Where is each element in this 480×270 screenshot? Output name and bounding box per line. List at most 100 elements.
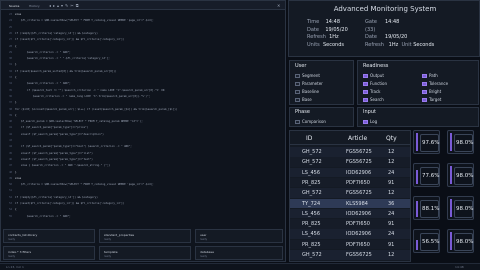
code-line[interactable]: if (isset($fl_criteria['category_id']) &…	[15, 38, 124, 41]
readiness-item-output[interactable]: Output	[363, 72, 384, 79]
gauge-tile: 98.0%	[447, 163, 474, 187]
gauge-value: 98.0%	[456, 239, 474, 245]
phase-item[interactable]: Comparison	[295, 118, 326, 125]
gauge-tile: 98.0%	[447, 196, 474, 220]
user-panel: User Segment Parameter Baseline Base	[289, 60, 354, 105]
code-line[interactable]: $fl_criteria = $DB->selectRow("SELECT * …	[21, 183, 154, 186]
gauge-fill	[450, 133, 452, 151]
user-item-3[interactable]: Baseline	[295, 88, 319, 95]
code-line[interactable]: for ($i=0; $i<count($search_param_arr); …	[15, 108, 177, 111]
code-line[interactable]: $search_criterion .= " name_lang LIKE '%…	[33, 95, 150, 98]
line-number: 44	[9, 145, 12, 149]
gauge-grid: 97.6% 98.0% 77.6% 98.0% 88.1% 98.0% 56.5% 98.0%	[413, 130, 479, 262]
code-line[interactable]: if (!empty($fl_criteria['category_id']) …	[15, 196, 98, 199]
gauge-value: 98.0%	[456, 140, 474, 146]
cell-qty: 91	[388, 179, 395, 186]
table-row[interactable]: PR_825 PDF7I650 91	[290, 177, 410, 188]
bottom-panel-5[interactable]: template ready	[99, 246, 191, 260]
col-header-qty[interactable]: Qty	[386, 135, 397, 142]
line-number: 47	[9, 164, 12, 168]
gauge-value: 88.1%	[422, 206, 440, 212]
date-value: 19/05/20	[325, 26, 348, 33]
readiness-item-target[interactable]: Target	[422, 96, 441, 103]
code-line[interactable]: if ($f_search_param["param_type"]=="pric…	[21, 126, 88, 129]
code-line[interactable]: {	[15, 208, 17, 211]
line-number: 46	[9, 157, 12, 161]
line-number: 38	[9, 107, 12, 111]
monitor-header: Advanced Monitoring System Time 14:48 Da…	[288, 0, 480, 57]
table-row[interactable]: LS_456 IOD62906 24	[290, 167, 410, 178]
code-line[interactable]: if (isset($search_param_sorted[0]) && tr…	[15, 70, 117, 73]
code-line[interactable]: }	[15, 171, 17, 174]
code-line[interactable]: $search_criterion .= " AND";	[27, 82, 71, 85]
gauge-fill	[416, 133, 418, 151]
tab-source[interactable]: Source	[9, 4, 19, 8]
table-row[interactable]: LS_456 IOD62906 24	[290, 229, 410, 239]
code-line[interactable]: elseif ($f_search_param["param_type"]=="…	[21, 158, 93, 161]
readiness-item-tolerance[interactable]: Tolerance	[422, 80, 448, 87]
toolbar-icons[interactable]: ◂▸▴▾✎✂⧉	[49, 3, 81, 8]
tab-history[interactable]: History	[29, 4, 40, 8]
bottom-panel-4[interactable]: index.* 3 filters ready	[3, 246, 95, 260]
code-line[interactable]: else { $search_criterion .= " AND ".$sea…	[21, 164, 110, 167]
cell-qty: 12	[388, 159, 395, 166]
code-line[interactable]: else	[15, 177, 21, 180]
cell-id: LS_456	[302, 231, 321, 238]
cell-article: KLS5984	[346, 200, 368, 207]
code-line[interactable]: if (isset($fl_criteria['category_id']) &…	[15, 202, 124, 205]
input-item[interactable]: Log	[363, 118, 377, 125]
bottom-panel-1[interactable]: contacts_list.library ready	[3, 229, 95, 243]
readiness-item-track[interactable]: Track	[363, 88, 380, 95]
line-number: 32	[9, 69, 12, 73]
table-row[interactable]: GH_572 FGS56725 12	[290, 250, 410, 260]
code-line[interactable]: {	[15, 114, 17, 117]
status-bar: Ln 23, Col 1 14:48	[0, 263, 480, 270]
code-line[interactable]: {	[15, 76, 17, 79]
user-item-2[interactable]: Parameter	[295, 80, 323, 87]
readiness-item-search[interactable]: Search	[363, 96, 384, 103]
code-line[interactable]: }	[15, 101, 17, 104]
col-header-id[interactable]: ID	[306, 135, 312, 142]
code-line[interactable]: }	[15, 63, 17, 66]
bottom-panel-3[interactable]: user ready	[195, 229, 283, 243]
table-row[interactable]: GH_572 FGS56725 12	[290, 188, 410, 198]
code-line[interactable]: if (!empty($fl_criteria['category_id']) …	[15, 32, 98, 35]
line-number: 25	[9, 25, 12, 29]
data-table: ID Article Qty GH_572 FGS56725 12 GH_572 FGS…	[289, 130, 411, 262]
code-line[interactable]: $fl_criteria = $DB->selectRow("SELECT * …	[21, 19, 154, 22]
line-number: 41	[9, 126, 12, 130]
user-item-1[interactable]: Segment	[295, 72, 320, 79]
code-line[interactable]: $f_search_param = $DB->selectRow('SELECT…	[21, 120, 143, 123]
code-line[interactable]: if ($search_text != "") $search_criterio…	[27, 89, 164, 92]
readiness-item-bright[interactable]: Bright	[422, 88, 441, 95]
code-line[interactable]: $search_criterion .= " AND";	[27, 215, 71, 218]
code-area[interactable]: 23 else 24 $fl_criteria = $DB->selectRow("S…	[1, 11, 285, 223]
code-line[interactable]: elseif ($f_search_param["param_type"]=="…	[21, 133, 104, 136]
table-row[interactable]: PR_825 PDF7I650 91	[290, 219, 410, 229]
code-line[interactable]: elseif ($f_search_param["param_type"]=="…	[21, 152, 93, 155]
col-header-article[interactable]: Article	[348, 135, 367, 142]
cell-id: PR_825	[302, 241, 321, 248]
code-line[interactable]: $search_criterion .= " AND";	[27, 51, 71, 54]
bottom-panel-6[interactable]: database ready	[195, 246, 283, 260]
line-number: 36	[9, 94, 12, 98]
cell-qty: 91	[388, 241, 395, 248]
close-icon[interactable]: ✕	[277, 3, 280, 8]
table-row[interactable]: GH_572 FGS56725 12	[290, 157, 410, 167]
line-number: 33	[9, 76, 12, 79]
code-line[interactable]: {	[15, 45, 17, 48]
line-number: 39	[9, 113, 12, 117]
table-row[interactable]: TY_724 KLS5984 36	[290, 198, 410, 208]
user-item-4[interactable]: Base	[295, 96, 312, 103]
table-row[interactable]: PR_825 PDF7I650 91	[290, 239, 410, 250]
code-line[interactable]: else	[15, 13, 21, 16]
gauge-tile: 97.6%	[413, 130, 440, 154]
table-row[interactable]: GH_572 FGS56725 12	[290, 147, 410, 157]
readiness-item-path[interactable]: Path	[422, 72, 438, 79]
readiness-item-function[interactable]: Function	[363, 80, 387, 87]
code-line[interactable]: $search_criterion .= " ".$fl_criteria['c…	[27, 57, 110, 60]
code-line[interactable]: if ($f_search_param["param_type"]=="bool…	[21, 145, 132, 148]
table-row[interactable]: LS_456 IOD62906 24	[290, 208, 410, 219]
bottom-panel-2[interactable]: standard_properties ready	[99, 229, 191, 243]
line-number: 51	[9, 189, 12, 193]
